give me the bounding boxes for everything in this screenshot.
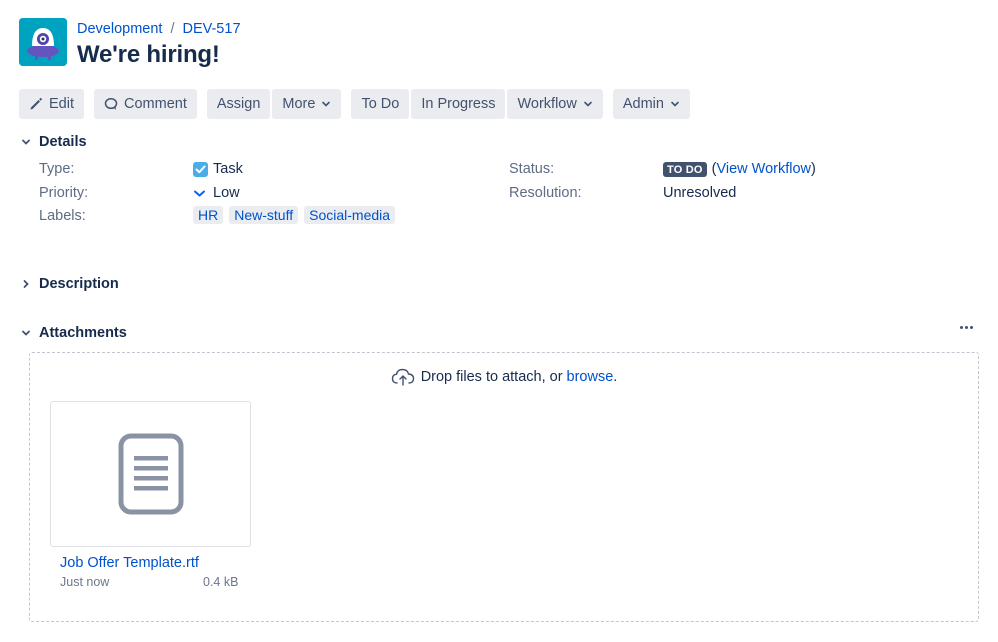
- attachments-section-toggle[interactable]: Attachments: [19, 325, 127, 341]
- chevron-right-icon: [19, 277, 33, 291]
- attachment-time: Just now: [60, 575, 110, 589]
- project-avatar[interactable]: [19, 18, 67, 66]
- todo-transition-button[interactable]: To Do: [351, 89, 410, 119]
- cloud-upload-icon: [391, 368, 415, 386]
- chevron-down-icon: [19, 135, 33, 149]
- more-button-label: More: [282, 96, 316, 112]
- in-progress-transition-button[interactable]: In Progress: [411, 89, 506, 119]
- label-tag[interactable]: Social-media: [304, 206, 396, 224]
- breadcrumb-project-link[interactable]: Development: [77, 21, 162, 37]
- status-value: TO DO ( View Workflow ): [663, 161, 816, 177]
- chevron-down-icon: [670, 99, 680, 109]
- attachments-heading: Attachments: [39, 325, 127, 341]
- robot-icon: [19, 18, 67, 66]
- comment-button-label: Comment: [124, 96, 187, 112]
- edit-button-label: Edit: [49, 96, 74, 112]
- document-icon: [118, 433, 183, 515]
- edit-button[interactable]: Edit: [19, 89, 84, 119]
- status-lozenge: TO DO: [663, 161, 707, 177]
- labels-list: HR New-stuff Social-media: [193, 206, 401, 224]
- labels-label: Labels:: [39, 208, 86, 224]
- more-options-icon[interactable]: [960, 326, 973, 329]
- type-value: Task: [193, 161, 243, 177]
- browse-link[interactable]: browse: [567, 369, 614, 385]
- description-section-toggle[interactable]: Description: [19, 276, 119, 292]
- breadcrumb-issue-link[interactable]: DEV-517: [182, 21, 240, 37]
- description-heading: Description: [39, 276, 119, 292]
- label-tag[interactable]: New-stuff: [229, 206, 299, 224]
- resolution-value: Unresolved: [663, 185, 737, 201]
- page-title: We're hiring!: [77, 41, 220, 68]
- attachment-thumbnail[interactable]: [50, 401, 251, 547]
- pencil-icon: [29, 97, 43, 111]
- assign-button[interactable]: Assign: [206, 89, 271, 119]
- admin-button[interactable]: Admin: [612, 89, 690, 119]
- resolution-label: Resolution:: [509, 185, 582, 201]
- attachment-dropzone[interactable]: Drop files to attach, or browse . Job Of…: [29, 352, 979, 622]
- task-checkbox-icon: [193, 161, 208, 177]
- status-label: Status:: [509, 161, 555, 177]
- priority-low-icon: [193, 187, 206, 200]
- priority-value: Low: [193, 185, 240, 201]
- type-value-text: Task: [213, 161, 243, 177]
- breadcrumb-separator: /: [170, 21, 175, 37]
- issue-header: Development / DEV-517 We're hiring!: [19, 18, 241, 69]
- attachment-name-link[interactable]: Job Offer Template.rtf: [60, 555, 199, 571]
- drop-text: Drop files to attach, or: [420, 369, 563, 385]
- priority-value-text: Low: [213, 185, 240, 201]
- chevron-down-icon: [19, 326, 33, 340]
- admin-button-label: Admin: [622, 96, 664, 112]
- type-label: Type:: [39, 161, 75, 177]
- label-tag[interactable]: HR: [193, 206, 224, 224]
- details-section-toggle[interactable]: Details: [19, 134, 87, 150]
- comment-icon: [104, 97, 118, 111]
- details-heading: Details: [39, 134, 87, 150]
- attachment-size: 0.4 kB: [203, 575, 239, 589]
- drop-text-end: .: [613, 369, 618, 385]
- chevron-down-icon: [583, 99, 593, 109]
- more-button[interactable]: More: [272, 89, 342, 119]
- drop-instructions: Drop files to attach, or browse .: [30, 368, 978, 386]
- chevron-down-icon: [321, 99, 331, 109]
- status-paren-close: ): [811, 161, 816, 177]
- issue-toolbar: Edit Comment Assign More To Do In Progre…: [19, 89, 692, 119]
- workflow-button[interactable]: Workflow: [507, 89, 603, 119]
- priority-label: Priority:: [39, 185, 89, 201]
- workflow-button-label: Workflow: [517, 96, 577, 112]
- comment-button[interactable]: Comment: [94, 89, 197, 119]
- view-workflow-link[interactable]: View Workflow: [716, 161, 811, 177]
- breadcrumb: Development / DEV-517: [77, 19, 241, 39]
